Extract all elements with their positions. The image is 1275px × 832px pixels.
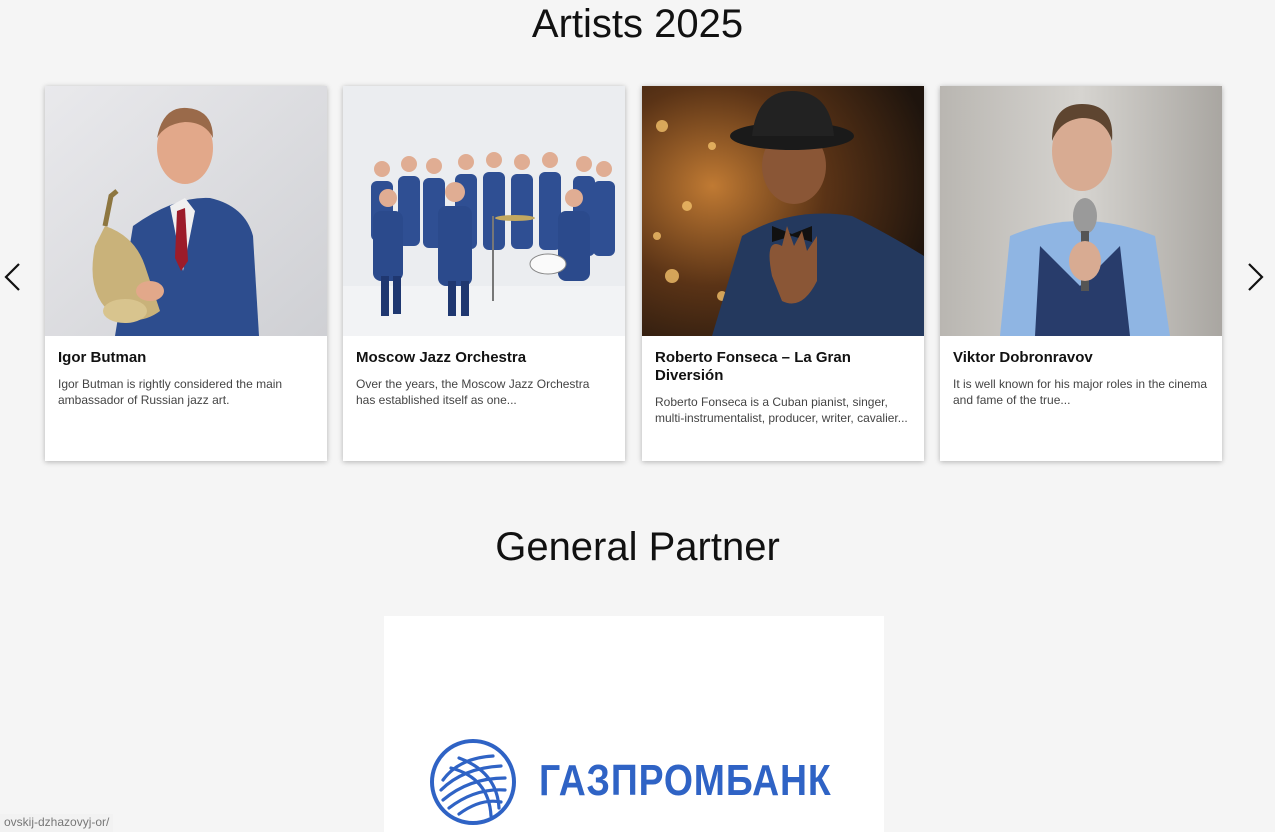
artist-card-igor-butman[interactable]: Igor Butman Igor Butman is rightly consi… xyxy=(45,86,327,461)
artist-name[interactable]: Viktor Dobronravov xyxy=(953,349,1209,367)
partner-section-title: General Partner xyxy=(495,525,780,569)
carousel-next-button[interactable] xyxy=(1243,262,1267,292)
artist-name[interactable]: Moscow Jazz Orchestra xyxy=(356,349,612,367)
partner-name: ГАЗПРОМБАНК xyxy=(539,756,832,805)
partner-logo-card[interactable]: ГАЗПРОМБАНК xyxy=(384,616,884,832)
artist-photo[interactable] xyxy=(940,86,1222,336)
carousel-prev-button[interactable] xyxy=(1,262,25,292)
artist-description: Roberto Fonseca is a Cuban pianist, sing… xyxy=(655,395,908,425)
chevron-right-icon xyxy=(1248,263,1264,291)
chevron-left-icon xyxy=(4,263,20,291)
artist-card-moscow-jazz-orchestra[interactable]: Moscow Jazz Orchestra Over the years, th… xyxy=(343,86,625,461)
artist-name[interactable]: Igor Butman xyxy=(58,349,314,367)
artist-card-viktor-dobronravov[interactable]: Viktor Dobronravov It is well known for … xyxy=(940,86,1222,461)
artist-photo[interactable] xyxy=(45,86,327,336)
artist-description: It is well known for his major roles in … xyxy=(953,377,1208,407)
artists-section-title: Artists 2025 xyxy=(531,2,744,46)
artist-name[interactable]: Roberto Fonseca – La Gran Diversión xyxy=(655,349,911,385)
status-bar-url: ovskij-dzhazovyj-or/ xyxy=(0,814,114,832)
artist-description: Over the years, the Moscow Jazz Orchestr… xyxy=(356,377,590,407)
artist-photo[interactable] xyxy=(343,86,625,336)
artist-photo[interactable] xyxy=(642,86,924,336)
artist-card-roberto-fonseca[interactable]: Roberto Fonseca – La Gran Diversión Robe… xyxy=(642,86,924,461)
artist-description: Igor Butman is rightly considered the ma… xyxy=(58,377,283,407)
gazprombank-emblem-icon xyxy=(429,738,517,826)
